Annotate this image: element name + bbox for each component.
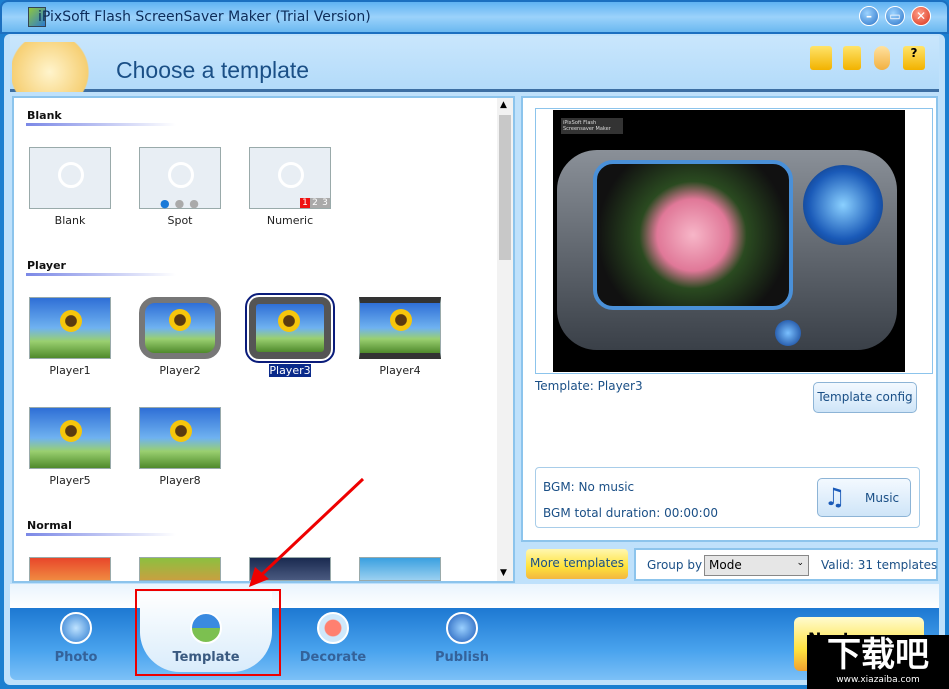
- template-player8[interactable]: [139, 407, 221, 469]
- numeric-digit: 2: [310, 198, 320, 208]
- template-label: Player1: [49, 364, 91, 377]
- template-label: Blank: [54, 214, 86, 227]
- heart-icon: [317, 612, 349, 644]
- section-divider: [26, 123, 176, 126]
- music-button[interactable]: ♫ Music: [817, 478, 911, 517]
- scrollbar-thumb[interactable]: [499, 115, 511, 260]
- nav-decorate[interactable]: Decorate: [283, 608, 383, 665]
- section-label-player: Player: [27, 259, 66, 272]
- template-player5[interactable]: [29, 407, 111, 469]
- section-label-blank: Blank: [27, 109, 62, 122]
- template-player2[interactable]: [139, 297, 221, 359]
- template-spot[interactable]: ●●●: [139, 147, 221, 210]
- template-player3[interactable]: [245, 293, 335, 363]
- user-icon[interactable]: [874, 46, 890, 70]
- publish-globe-icon: [446, 612, 478, 644]
- no-image-icon: [278, 162, 304, 188]
- template-player4[interactable]: [359, 297, 441, 359]
- template-label: Numeric: [266, 214, 314, 227]
- more-templates-button[interactable]: More templates: [526, 549, 628, 579]
- restore-button[interactable]: ▭: [885, 6, 905, 26]
- nav-photo[interactable]: Photo: [26, 608, 126, 665]
- window-title: iPixSoft Flash ScreenSaver Maker (Trial …: [38, 9, 371, 25]
- close-button[interactable]: ✕: [911, 6, 931, 26]
- template-config-button[interactable]: Template config: [813, 382, 917, 413]
- no-image-icon: [168, 162, 194, 188]
- template-label-selected: Player3: [268, 363, 312, 378]
- template-label: Player8: [159, 474, 201, 487]
- no-image-icon: [58, 162, 84, 188]
- template-blank[interactable]: [29, 147, 111, 209]
- section-label-normal: Normal: [27, 519, 72, 532]
- nav-publish[interactable]: Publish: [412, 608, 512, 665]
- section-divider: [26, 533, 176, 536]
- save-icon[interactable]: [843, 46, 861, 70]
- template-normal[interactable]: [139, 557, 221, 581]
- chevron-down-icon: ⌄: [796, 558, 804, 568]
- scroll-up-icon[interactable]: ▲: [500, 100, 507, 110]
- template-label: Player4: [379, 364, 421, 377]
- template-normal[interactable]: [29, 557, 111, 581]
- preview-caption: iPixSoft Flash Screensaver Maker: [561, 118, 623, 134]
- annotation-arrow: [249, 477, 365, 587]
- template-normal[interactable]: [359, 557, 441, 581]
- watermark-logo: 下载吧 www.xiazaiba.com: [807, 635, 949, 689]
- template-label: Player5: [49, 474, 91, 487]
- template-numeric[interactable]: 123: [249, 147, 331, 209]
- template-player1[interactable]: [29, 297, 111, 359]
- help-icon[interactable]: ?: [903, 46, 925, 70]
- section-divider: [26, 273, 176, 276]
- open-folder-icon[interactable]: [810, 46, 832, 70]
- template-name-label: Template: Player3: [535, 379, 643, 393]
- numeric-digit: 1: [300, 198, 310, 208]
- group-by-label: Group by: [647, 558, 703, 572]
- scroll-down-icon[interactable]: ▼: [500, 568, 507, 578]
- music-add-icon: ♫: [824, 483, 846, 511]
- group-by-select[interactable]: Mode ⌄: [704, 555, 809, 576]
- template-preview-image: iPixSoft Flash Screensaver Maker: [553, 110, 905, 372]
- page-title: Choose a template: [116, 57, 310, 83]
- template-label: Spot: [167, 214, 193, 227]
- bgm-duration-text: BGM total duration: 00:00:00: [543, 506, 718, 520]
- template-label: Player2: [159, 364, 201, 377]
- valid-templates-count: Valid: 31 templates: [821, 558, 938, 572]
- highlight-annotation-box: [135, 589, 281, 676]
- clover-logo-icon: [12, 42, 106, 92]
- bgm-music-text: BGM: No music: [543, 480, 635, 494]
- numeric-digit: 3: [320, 198, 330, 208]
- minimize-button[interactable]: –: [859, 6, 879, 26]
- photo-icon: [60, 612, 92, 644]
